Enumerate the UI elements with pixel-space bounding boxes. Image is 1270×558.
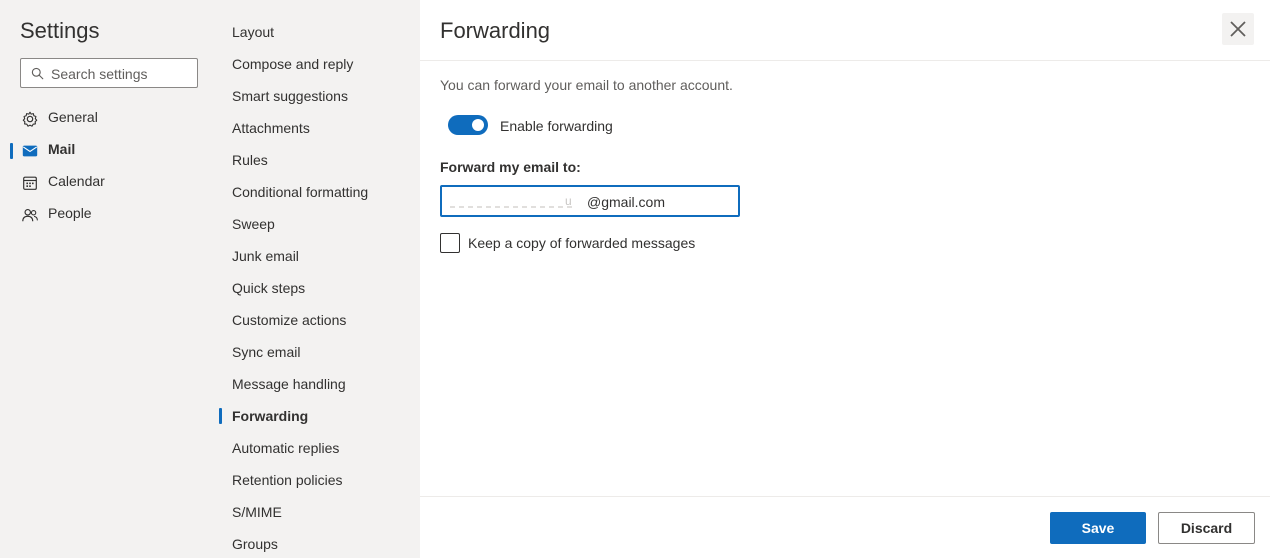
- mail-settings-item-groups[interactable]: Groups: [232, 534, 278, 554]
- mail-settings-item-layout[interactable]: Layout: [232, 22, 274, 42]
- mail-settings-item-smart-suggestions[interactable]: Smart suggestions: [232, 86, 348, 106]
- calendar-icon: [23, 176, 37, 190]
- mail-settings-item-compose-and-reply[interactable]: Compose and reply: [232, 54, 353, 74]
- gear-icon: [22, 111, 38, 127]
- people-icon: [22, 209, 38, 222]
- settings-title: Settings: [20, 18, 100, 43]
- mail-icon: [22, 145, 38, 157]
- nav-label-people: People: [48, 205, 92, 221]
- search-box[interactable]: [20, 58, 198, 89]
- redacted-email-char: u: [565, 194, 572, 208]
- footer-divider: [420, 496, 1270, 497]
- redacted-email-part: [450, 206, 574, 208]
- panel-title: Forwarding: [440, 18, 551, 43]
- mail-settings-item-retention-policies[interactable]: Retention policies: [232, 470, 343, 490]
- mail-settings-item-rules[interactable]: Rules: [232, 150, 268, 170]
- keep-copy-label: Keep a copy of forwarded messages: [468, 235, 696, 251]
- nav-label-general: General: [48, 109, 98, 125]
- mail-settings-item-automatic-replies[interactable]: Automatic replies: [232, 438, 339, 458]
- keep-copy-checkbox[interactable]: [440, 233, 460, 253]
- close-button[interactable]: [1222, 13, 1254, 45]
- search-input[interactable]: [49, 59, 198, 89]
- nav-item-calendar[interactable]: Calendar: [0, 168, 208, 196]
- enable-forwarding-toggle[interactable]: [448, 115, 488, 135]
- forward-email-input[interactable]: u @gmail.com: [440, 185, 740, 217]
- search-icon: [31, 67, 44, 80]
- mail-settings-item-attachments[interactable]: Attachments: [232, 118, 310, 138]
- mail-settings-item-customize-actions[interactable]: Customize actions: [232, 310, 346, 330]
- nav-label-calendar: Calendar: [48, 173, 105, 189]
- email-domain-text: @gmail.com: [587, 194, 666, 210]
- discard-button[interactable]: Discard: [1158, 512, 1255, 544]
- mail-settings-item-forwarding[interactable]: Forwarding: [232, 406, 308, 426]
- forward-to-label: Forward my email to:: [440, 159, 581, 175]
- forwarding-description: You can forward your email to another ac…: [440, 77, 733, 93]
- close-icon: [1230, 21, 1246, 37]
- forwarding-active-indicator: [219, 408, 222, 424]
- header-divider: [420, 60, 1270, 61]
- mail-settings-item-junk-email[interactable]: Junk email: [232, 246, 299, 266]
- enable-forwarding-label: Enable forwarding: [500, 118, 613, 134]
- mail-settings-item-smime[interactable]: S/MIME: [232, 502, 282, 522]
- mail-settings-item-sweep[interactable]: Sweep: [232, 214, 275, 234]
- mail-settings-item-sync-email[interactable]: Sync email: [232, 342, 300, 362]
- mail-settings-item-quick-steps[interactable]: Quick steps: [232, 278, 305, 298]
- nav-item-general[interactable]: General: [0, 104, 208, 132]
- nav-label-mail: Mail: [48, 141, 76, 157]
- mail-settings-item-conditional-formatting[interactable]: Conditional formatting: [232, 182, 368, 202]
- nav-item-mail[interactable]: Mail: [0, 136, 208, 164]
- toggle-knob: [472, 119, 484, 131]
- mail-settings-item-message-handling[interactable]: Message handling: [232, 374, 346, 394]
- nav-item-people[interactable]: People: [0, 200, 208, 228]
- save-button[interactable]: Save: [1050, 512, 1146, 544]
